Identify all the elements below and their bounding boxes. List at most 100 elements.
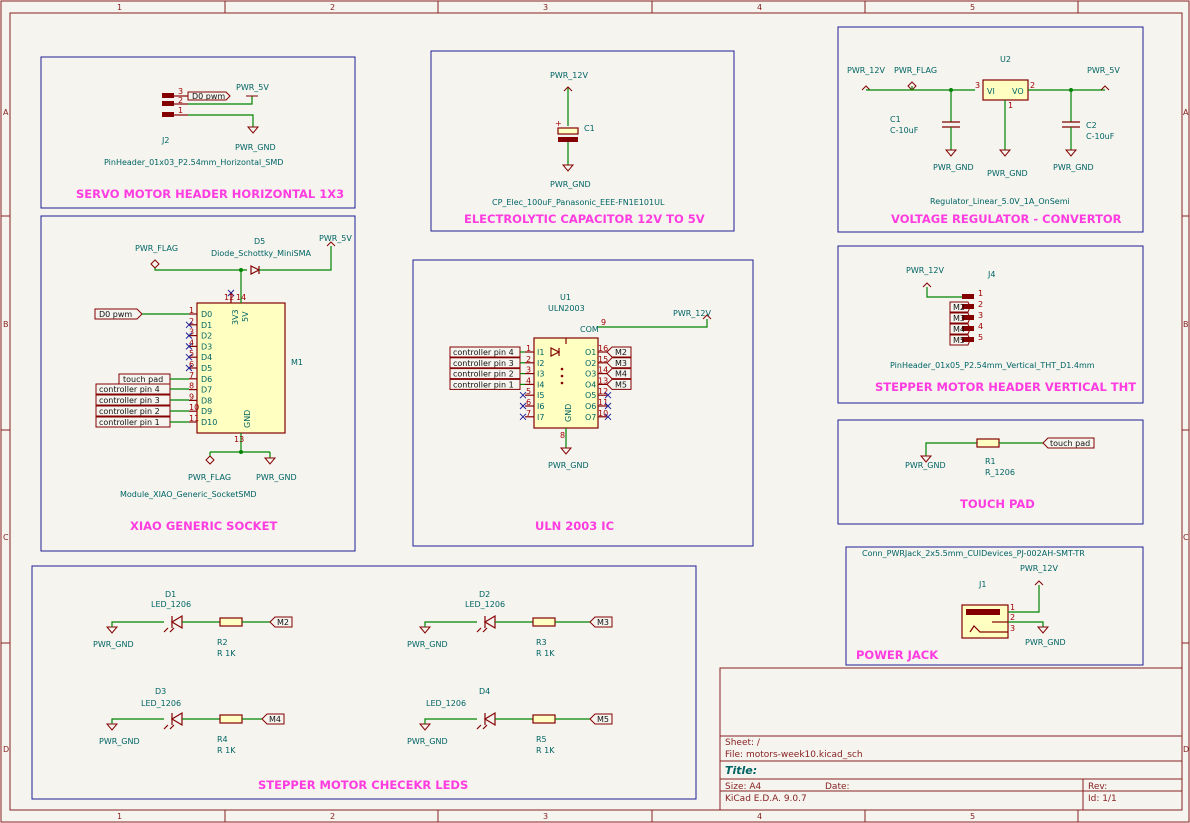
frame-col-1-bottom: 1 — [117, 812, 122, 821]
resistor-ref: R5 — [536, 735, 547, 744]
u1-in-pin-name: I7 — [537, 413, 544, 422]
u1-in-pin-name: I3 — [537, 370, 544, 379]
xiao-label-d0-pwm-text: D0 pwm — [99, 310, 132, 319]
j4-label-m2-text: M2 — [953, 303, 965, 312]
m1-pin12: 12 — [224, 293, 234, 302]
tb-kicad: KiCad E.D.A. 9.0.7 — [725, 794, 807, 804]
svg-text:+: + — [555, 119, 562, 128]
frame-col-2: 2 — [330, 3, 335, 12]
r1-value: R_1206 — [985, 468, 1015, 477]
servo-pwr-5v: PWR_5V — [236, 83, 269, 92]
m1-pin-name: D10 — [201, 418, 217, 427]
m1-pin-name: D9 — [201, 407, 212, 416]
frame-row-d-right: D — [1183, 745, 1189, 754]
vreg-pwr-flag: PWR_FLAG — [894, 66, 937, 75]
tb-id: Id: 1/1 — [1088, 794, 1117, 804]
j4-pwr-12v: PWR_12V — [906, 266, 944, 275]
d5-value: Diode_Schottky_MiniSMA — [211, 249, 311, 258]
touch-gnd: PWR_GND — [905, 461, 946, 470]
frame-row-a-right: A — [1183, 108, 1189, 117]
frame-col-4: 4 — [757, 3, 762, 12]
gnd-symbol — [105, 723, 119, 731]
u2-pin-vi: VI — [987, 87, 995, 96]
u2-ref: U2 — [1000, 55, 1011, 64]
led-circuit-4[interactable]: M5 D4 LED_1206 R5 R 1K PWR_GND — [407, 687, 613, 755]
led-ref: D2 — [479, 590, 490, 599]
j2-ref: J2 — [161, 136, 169, 145]
m1-pin13: 13 — [234, 435, 244, 444]
u1-pin9: 9 — [601, 318, 606, 327]
m1-gnd: GND — [243, 410, 252, 428]
m1-pin-num: 10 — [189, 403, 199, 412]
xiao-pwr-5v: PWR_5V — [319, 234, 352, 243]
led-symbol — [170, 614, 183, 630]
j2-pin-3: 3 — [178, 87, 183, 96]
led-circuit-2[interactable]: M3 D2LED_1206 R3 R 1K PWR_GND — [407, 590, 613, 658]
j4-label-m5-text: M5 — [953, 336, 965, 345]
resistor-ref: R3 — [536, 638, 547, 647]
frame-col-5: 5 — [970, 3, 975, 12]
tb-sheet: Sheet: / — [725, 738, 761, 748]
j2-pin-1: 1 — [178, 106, 183, 115]
led-net-label-text: M4 — [269, 715, 281, 724]
u1-out-pin-num: 11 — [598, 398, 608, 407]
m1-pin-name: D6 — [201, 375, 212, 384]
xiao-pwr-flag-2: PWR_FLAG — [188, 473, 231, 482]
m1-5v: 5V — [241, 311, 250, 322]
xiao-label-ctrl-2-text: controller pin 2 — [99, 407, 160, 416]
frame-col-2-bottom: 2 — [330, 812, 335, 821]
xiao-label-ctrl-4-text: controller pin 4 — [99, 385, 160, 394]
resistor-value: R 1K — [217, 746, 236, 755]
xiao-gnd: PWR_GND — [256, 473, 297, 482]
frame-col-3-bottom: 3 — [543, 812, 548, 821]
led-gnd: PWR_GND — [407, 737, 448, 746]
led-gnd: PWR_GND — [407, 640, 448, 649]
u1-out-pin-name: O1 — [585, 348, 596, 357]
servo-section-box — [40, 56, 356, 209]
title-block: Sheet: / File: motors-week10.kicad_sch T… — [719, 667, 1183, 811]
resistor-symbol — [219, 714, 243, 724]
touchpad-resistor-r1[interactable] — [919, 438, 1043, 463]
j4-ref: J4 — [987, 270, 995, 279]
j2-pin-2: 2 — [178, 96, 183, 105]
led-circuit-1[interactable]: M2 D1LED_1206 R2 R 1K PWR_GND — [93, 590, 293, 658]
j1-pin3: 3 — [1010, 624, 1015, 633]
cap-gnd: PWR_GND — [550, 180, 591, 189]
j1-value: Conn_PWRJack_2x5.5mm_CUIDevices_PJ-002AH… — [862, 549, 1085, 558]
resistor-symbol — [219, 617, 243, 627]
led-net-label-text: M2 — [277, 618, 289, 627]
m1-pin-name: D1 — [201, 321, 212, 330]
leds-section-title: STEPPER MOTOR CHECEKR LEDS — [258, 778, 468, 792]
led-circuit-3[interactable]: M4 D3 LED_1206 R4 R 1K PWR_GND — [99, 687, 285, 755]
xiao-module-m1[interactable]: 12 14 3V3 5V GND 13 — [150, 241, 336, 465]
u1-out-pin-name: O6 — [585, 402, 596, 411]
touchpad-label-text: touch pad — [1050, 439, 1090, 448]
capacitor-section-title: ELECTROLYTIC CAPACITOR 12V TO 5V — [464, 212, 705, 226]
u2-pin-vo: VO — [1012, 87, 1024, 96]
vreg-c2-ref: C2 — [1086, 121, 1097, 130]
jack-gnd: PWR_GND — [1025, 638, 1066, 647]
j4-pin3: 3 — [978, 311, 983, 320]
led-gnd: PWR_GND — [93, 640, 134, 649]
m1-pin-name: D8 — [201, 396, 212, 405]
m1-pin-num: 9 — [189, 392, 194, 401]
xiao-label-ctrl-3-text: controller pin 3 — [99, 396, 160, 405]
gnd-symbol — [418, 626, 432, 634]
m1-pin-name: D3 — [201, 342, 212, 351]
u1-pin8: 8 — [560, 431, 565, 440]
tb-date: Date: — [825, 782, 850, 792]
uln-pins: 1 I1controller pin 42 I2controller pin 33 I… — [449, 344, 632, 422]
resistor-value: R 1K — [536, 649, 555, 658]
u1-in-pin-num: 6 — [526, 398, 531, 407]
led-symbol — [483, 614, 496, 630]
tb-size: Size: A4 — [725, 782, 762, 792]
c1-value: CP_Elec_100uF_Panasonic_EEE-FN1E101UL — [492, 198, 665, 207]
vreg-c2-value: C-10uF — [1086, 132, 1115, 141]
uln-input-label-text: controller pin 4 — [453, 348, 514, 357]
tb-title: Title: — [725, 764, 757, 777]
capacitor-c1[interactable]: + C1 — [555, 86, 595, 172]
frame-row-c-right: C — [1183, 533, 1189, 542]
uln-output-label-text: M5 — [615, 380, 627, 389]
gnd-symbol-servo — [246, 126, 260, 134]
power-jack-j1[interactable]: 1 2 3 — [961, 580, 1050, 639]
